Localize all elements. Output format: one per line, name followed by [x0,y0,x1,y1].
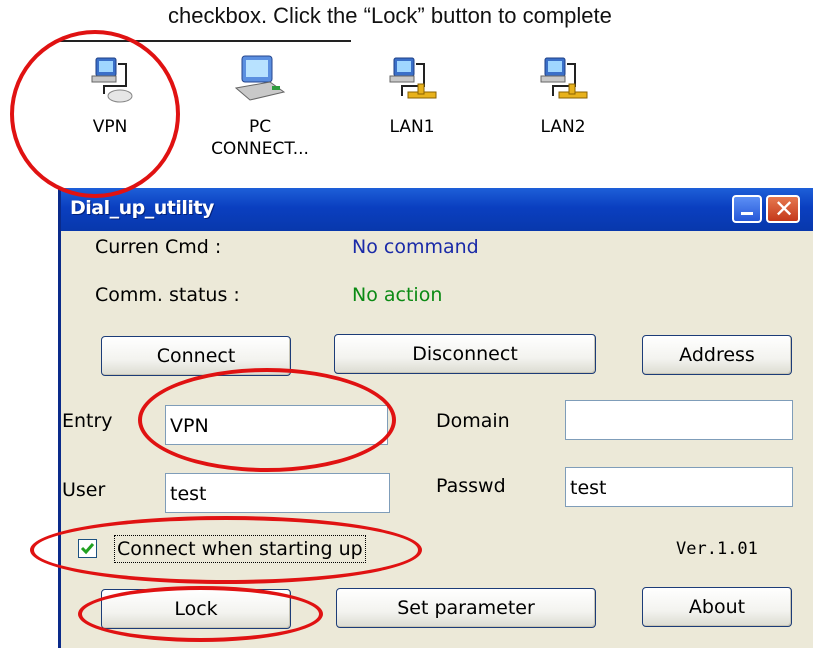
lan-connection-icon [540,57,588,99]
set-parameter-button[interactable]: Set parameter [336,588,596,628]
user-field[interactable]: test [165,473,390,513]
desktop-icon-label: VPN [92,117,128,137]
user-label: User [62,479,106,501]
current-cmd-label: Curren Cmd : [95,236,222,258]
checkmark-icon [80,543,95,555]
desktop-icon-lan1[interactable]: LAN1 [357,52,467,138]
lock-button[interactable]: Lock [101,589,291,629]
desktop-icon-label: LAN1 [389,117,435,137]
entry-label: Entry [62,410,113,432]
window-title: Dial_up_utility [70,197,214,219]
minimize-button[interactable] [732,195,762,223]
instruction-text: checkbox. Click the “Lock” button to com… [168,3,612,28]
disconnect-button[interactable]: Disconnect [334,334,596,374]
comm-status-label: Comm. status : [95,284,240,306]
version-label: Ver.1.01 [676,539,758,559]
connect-on-startup-label[interactable]: Connect when starting up [114,535,366,563]
domain-label: Domain [436,410,510,432]
desktop-icon-label: LAN2 [540,117,586,137]
desktop-icon-lan2[interactable]: LAN2 [508,52,618,138]
address-button[interactable]: Address [642,335,792,375]
comm-status-value: No action [352,284,443,306]
entry-field[interactable]: VPN [165,405,388,445]
close-icon: ✕ [774,195,795,223]
window-titlebar[interactable]: Dial_up_utility ✕ [61,188,813,231]
desktop-icon-label: PC CONNECT... [211,117,309,159]
network-connection-icon [91,57,133,103]
close-button[interactable]: ✕ [766,195,800,223]
connect-on-startup-checkbox[interactable] [78,539,97,558]
desktop-icon-pc-connect[interactable]: PC CONNECT... [205,52,315,160]
desktop-icon-vpn[interactable]: VPN [55,52,165,138]
minimize-icon [741,212,753,215]
domain-field[interactable] [565,400,793,440]
about-button[interactable]: About [642,587,792,627]
current-cmd-value: No command [352,236,479,258]
connect-button[interactable]: Connect [101,336,291,376]
divider-line [58,40,351,42]
pc-connection-icon [234,55,286,101]
passwd-field[interactable]: test [565,467,793,507]
passwd-label: Passwd [436,475,506,497]
lan-connection-icon [389,57,437,99]
